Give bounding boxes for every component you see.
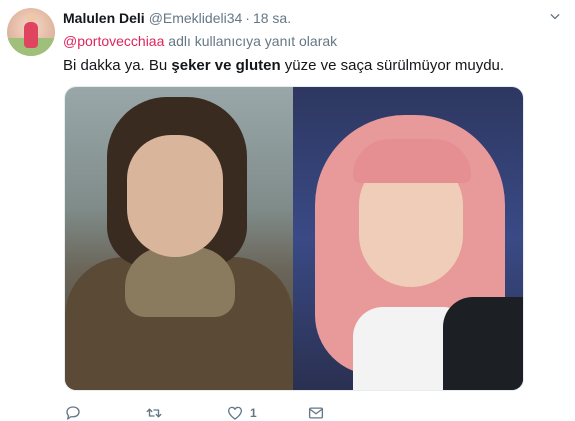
photo-left-face <box>127 135 223 257</box>
tweet-text: Bi dakka ya. Bu şeker ve gluten yüze ve … <box>63 56 504 76</box>
avatar[interactable] <box>7 8 55 56</box>
tweet-actions: 1 <box>64 404 388 421</box>
reply-suffix: adlı kullanıcıya yanıt olarak <box>164 33 338 49</box>
photo-right-bangs <box>353 139 471 183</box>
tweet: Malulen Deli @Emeklideli34 · 18 sa. @portov… <box>0 0 575 421</box>
tweet-media[interactable] <box>64 86 524 391</box>
photo-left-collar <box>125 247 235 317</box>
reply-context: @portovecchiaa adlı kullanıcıya yanıt ol… <box>63 32 337 50</box>
tweet-time[interactable]: 18 sa. <box>253 10 291 26</box>
author-handle[interactable]: @Emeklideli34 <box>149 10 243 26</box>
reply-icon <box>66 406 80 420</box>
tweet-text-part2: yüze ve saça sürülmüyor muydu. <box>280 57 505 74</box>
envelope-icon <box>308 407 324 419</box>
separator-dot: · <box>245 10 250 26</box>
tweet-text-part1: Bi dakka ya. Bu <box>63 57 172 74</box>
like-button[interactable]: 1 <box>226 404 307 421</box>
avatar-figure <box>24 13 38 48</box>
reply-mention-link[interactable]: @portovecchiaa <box>63 33 164 49</box>
photo-right-jacket <box>443 297 523 390</box>
dm-button[interactable] <box>307 404 388 421</box>
photo-left[interactable] <box>65 87 293 390</box>
tweet-text-bold: şeker ve gluten <box>171 57 281 74</box>
retweet-icon <box>146 408 162 418</box>
tweet-header: Malulen Deli @Emeklideli34 · 18 sa. <box>63 9 291 27</box>
chevron-down-icon[interactable] <box>547 9 563 25</box>
retweet-button[interactable] <box>145 404 226 421</box>
photo-right[interactable] <box>293 87 523 390</box>
heart-icon <box>227 406 243 420</box>
like-count: 1 <box>250 406 257 420</box>
reply-button[interactable] <box>64 404 145 421</box>
author-name[interactable]: Malulen Deli <box>63 10 145 26</box>
